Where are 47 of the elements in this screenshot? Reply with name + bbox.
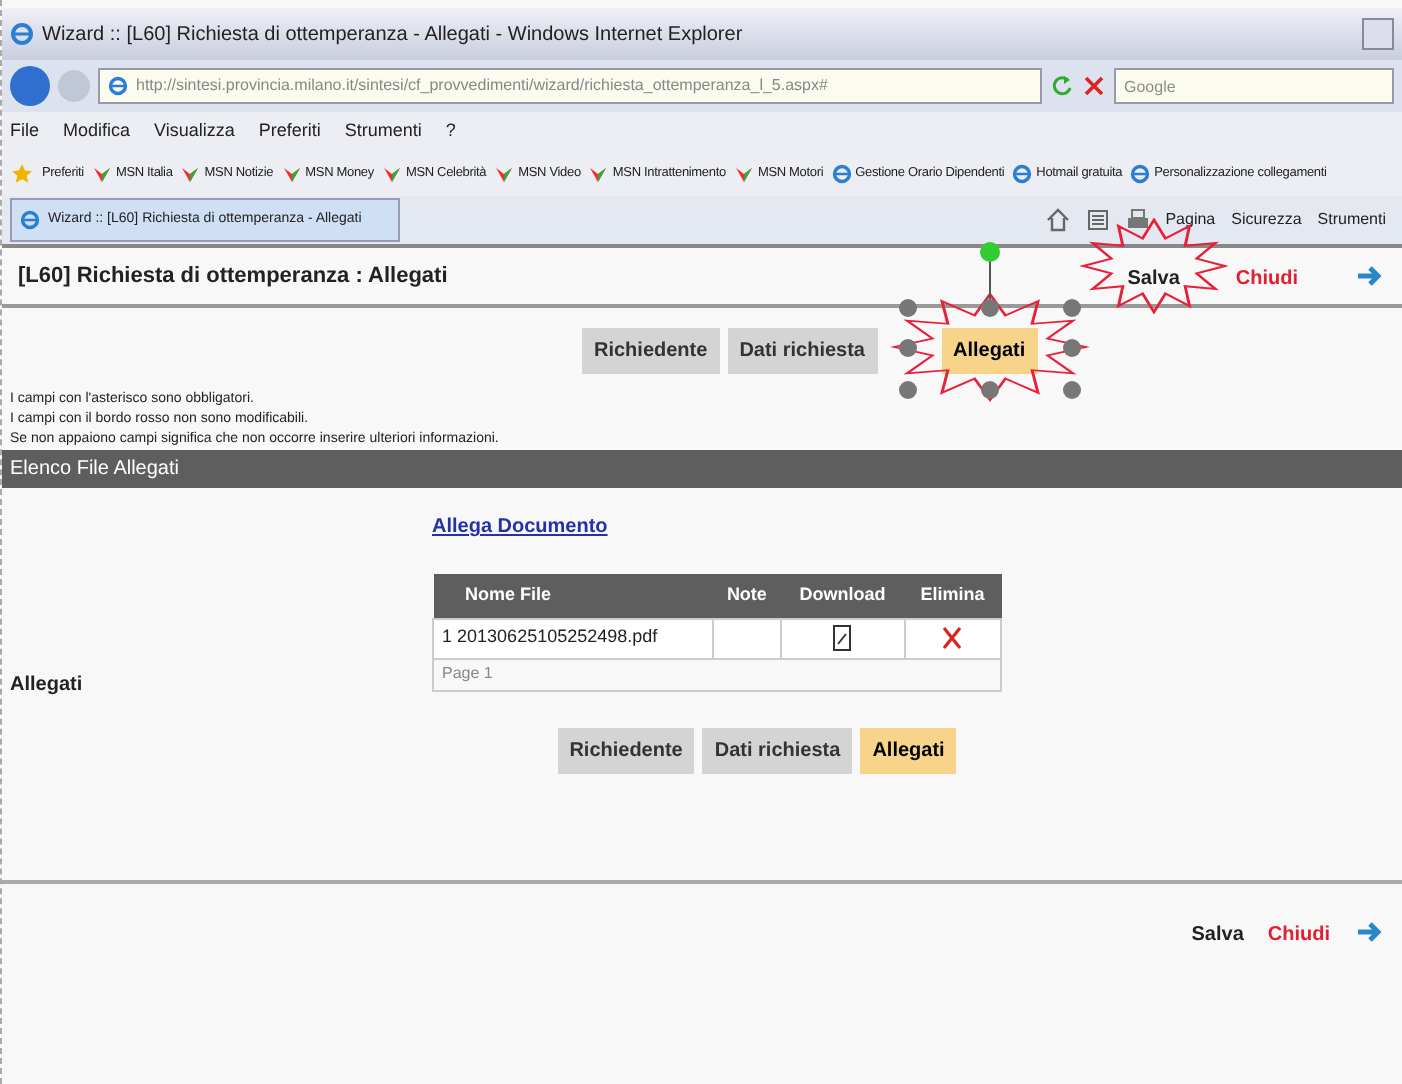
browser-logo-icon xyxy=(20,210,40,230)
back-button[interactable] xyxy=(10,66,50,106)
page-title: [L60] Richiesta di ottemperanza : Allegati xyxy=(18,261,448,292)
column-header: Note xyxy=(713,574,781,618)
table-cell: 1 20130625105252498.pdf xyxy=(433,618,713,658)
browser-logo-icon xyxy=(831,164,852,184)
command-menu[interactable]: Strumenti xyxy=(1317,208,1386,232)
browser-logo-icon xyxy=(1012,164,1033,184)
save-button[interactable]: Salva xyxy=(1191,920,1244,950)
step-tab[interactable]: Allegati xyxy=(860,727,957,773)
field-label: Allegati xyxy=(10,671,83,699)
menu-item[interactable]: Strumenti xyxy=(344,118,422,146)
browser-logo-icon xyxy=(10,22,34,46)
close-button[interactable]: Chiudi xyxy=(1267,920,1330,950)
star-icon xyxy=(10,162,34,186)
step-tab[interactable]: Dati richiesta xyxy=(727,328,877,374)
menu-item[interactable]: File xyxy=(10,118,40,146)
menu-item[interactable]: ? xyxy=(445,118,456,146)
step-tab[interactable]: Richiedente xyxy=(582,328,720,374)
search-field[interactable]: Google xyxy=(1114,68,1394,104)
column-header: Elimina xyxy=(904,574,1001,618)
browser-logo-icon xyxy=(108,76,128,96)
step-tab[interactable]: Dati richiesta xyxy=(702,727,853,773)
feed-icon[interactable] xyxy=(1085,208,1110,232)
pager-text: Page 1 xyxy=(442,664,493,683)
print-icon[interactable] xyxy=(1125,208,1150,232)
close-button[interactable]: Chiudi xyxy=(1235,264,1298,294)
save-button[interactable]: Salva xyxy=(1127,264,1180,294)
step-tab[interactable]: Richiedente xyxy=(557,727,695,773)
home-icon[interactable] xyxy=(1045,208,1070,232)
stop-icon[interactable] xyxy=(1082,74,1106,98)
command-menu[interactable]: Sicurezza xyxy=(1231,208,1302,232)
column-header: Download xyxy=(780,574,905,618)
attach-link[interactable]: Allega Documento xyxy=(432,512,1002,542)
step-tab[interactable]: Allegati xyxy=(941,328,1038,374)
document-icon[interactable] xyxy=(832,624,853,652)
menu-item[interactable]: Preferiti xyxy=(258,118,321,146)
menu-item[interactable]: Visualizza xyxy=(154,118,235,146)
delete-icon[interactable] xyxy=(942,625,963,650)
command-menu[interactable]: Pagina xyxy=(1165,208,1216,232)
column-header: Nome File xyxy=(433,574,713,618)
minimize-button[interactable] xyxy=(1362,18,1394,50)
browser-logo-icon xyxy=(1130,164,1151,184)
refresh-icon[interactable] xyxy=(1050,74,1074,98)
section-header: Elenco File Allegati xyxy=(2,450,1402,488)
menu-item[interactable]: Modifica xyxy=(63,118,131,146)
window-title: Wizard :: [L60] Richiesta di ottemperanza - Allegati - Windows Internet Explorer xyxy=(42,21,743,49)
